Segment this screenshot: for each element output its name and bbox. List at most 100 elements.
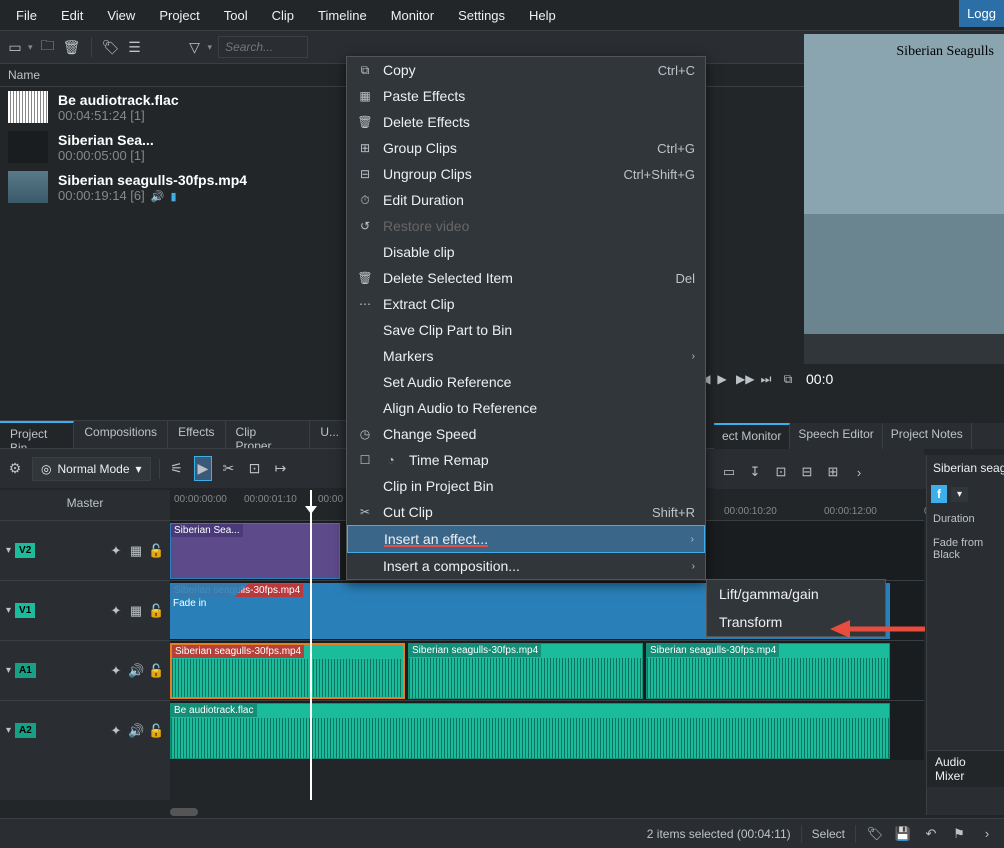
- flag-icon[interactable]: ⚑: [950, 826, 968, 842]
- folder-icon[interactable]: 🗀: [39, 38, 57, 56]
- track-header-a1[interactable]: ▾ A1 ✦ 🔊 🔓: [0, 640, 170, 700]
- menu-edit[interactable]: Edit: [49, 2, 95, 29]
- effects-icon[interactable]: ✦: [108, 603, 124, 619]
- menu-tool[interactable]: Tool: [212, 2, 260, 29]
- ctx-align-audio[interactable]: Align Audio to Reference: [347, 395, 705, 421]
- spacer-tool-icon[interactable]: ⊡: [246, 460, 264, 477]
- settings-icon[interactable]: ⚙: [6, 460, 24, 477]
- ctx-extract-clip[interactable]: ⋯Extract Clip: [347, 291, 705, 317]
- ctx-insert-effect[interactable]: Insert an effect...›: [347, 525, 705, 553]
- ctx-insert-composition[interactable]: Insert a composition...›: [347, 553, 705, 579]
- chevron-down-icon[interactable]: ▾: [951, 487, 968, 502]
- effects-icon[interactable]: ✦: [108, 663, 124, 679]
- ctx-ungroup-clips[interactable]: ⊟Ungroup ClipsCtrl+Shift+G: [347, 161, 705, 187]
- b-icon[interactable]: ⊞: [824, 464, 842, 480]
- search-input[interactable]: [218, 36, 308, 58]
- list-icon[interactable]: ☰: [126, 38, 144, 56]
- play-icon[interactable]: ▶: [714, 372, 730, 386]
- ctx-time-remap[interactable]: ☐◔Time Remap: [347, 447, 705, 473]
- ctx-paste-effects[interactable]: ▦Paste Effects: [347, 83, 705, 109]
- ctx-delete-effects[interactable]: 🗑Delete Effects: [347, 109, 705, 135]
- ctx-copy[interactable]: ⧉CopyCtrl+C: [347, 57, 705, 83]
- more-icon[interactable]: ›: [978, 826, 996, 841]
- lock-icon[interactable]: 🔓: [148, 723, 164, 739]
- lock-icon[interactable]: 🔓: [148, 543, 164, 559]
- track-a2[interactable]: Be audiotrack.flac: [170, 700, 924, 760]
- clip[interactable]: Siberian seagulls-30fps.mp4: [646, 643, 890, 699]
- menu-help[interactable]: Help: [517, 2, 568, 29]
- track-header-v1[interactable]: ▾ V1 ✦ ▦ 🔓: [0, 580, 170, 640]
- ctx-set-audio-ref[interactable]: Set Audio Reference: [347, 369, 705, 395]
- effects-icon[interactable]: ✦: [108, 723, 124, 739]
- insert-icon[interactable]: ↧: [746, 464, 764, 480]
- revert-icon[interactable]: ↶: [922, 826, 940, 842]
- menu-timeline[interactable]: Timeline: [306, 2, 379, 29]
- tab-audio-mixer[interactable]: Audio Mixer: [927, 750, 1004, 787]
- menu-view[interactable]: View: [95, 2, 147, 29]
- ctx-cut-clip[interactable]: ✂Cut ClipShift+R: [347, 499, 705, 525]
- chevron-down-icon[interactable]: ▾: [208, 42, 213, 53]
- ctx-edit-duration[interactable]: ⏱Edit Duration: [347, 187, 705, 213]
- insert-icon[interactable]: ↦: [272, 460, 290, 477]
- tab-speech-editor[interactable]: Speech Editor: [790, 423, 882, 449]
- edit-mode-dropdown[interactable]: ◎ Normal Mode ▾: [32, 457, 151, 481]
- crop-icon[interactable]: ⧉: [780, 372, 796, 387]
- tab-project-monitor[interactable]: ect Monitor: [714, 423, 790, 449]
- ctx-disable-clip[interactable]: Disable clip: [347, 239, 705, 265]
- monitor-timecode[interactable]: 00:0: [806, 371, 833, 387]
- track-a1[interactable]: Siberian seagulls-30fps.mp4 Siberian sea…: [170, 640, 924, 700]
- tab-clip-properties[interactable]: Clip Proper...: [226, 421, 311, 448]
- delete-icon[interactable]: 🗑: [63, 38, 81, 56]
- tab-project-bin[interactable]: Project Bin: [0, 421, 74, 448]
- ctx-save-clip-part[interactable]: Save Clip Part to Bin: [347, 317, 705, 343]
- chevron-down-icon[interactable]: ▾: [6, 665, 11, 676]
- more-icon[interactable]: ›: [850, 465, 868, 480]
- tab-effects[interactable]: Effects: [168, 421, 225, 448]
- wand-icon[interactable]: ⚟: [168, 460, 186, 477]
- next-keyframe-icon[interactable]: ⏭: [758, 372, 774, 387]
- track-header-v2[interactable]: ▾ V2 ✦ ▦ 🔓: [0, 520, 170, 580]
- effect-icon[interactable]: f: [931, 485, 947, 503]
- speaker-icon[interactable]: 🔊: [128, 663, 144, 679]
- zone-icon[interactable]: ▭: [720, 464, 738, 480]
- lock-icon[interactable]: 🔓: [148, 663, 164, 679]
- lock-icon[interactable]: 🔓: [148, 603, 164, 619]
- login-button[interactable]: Logg: [959, 0, 1004, 27]
- tab-undo[interactable]: U...: [310, 421, 350, 448]
- chevron-down-icon[interactable]: ▾: [6, 725, 11, 736]
- ctx-clip-in-bin[interactable]: Clip in Project Bin: [347, 473, 705, 499]
- save-icon[interactable]: 💾: [894, 826, 912, 842]
- menu-clip[interactable]: Clip: [260, 2, 306, 29]
- speaker-icon[interactable]: 🔊: [128, 723, 144, 739]
- filter-icon[interactable]: ▽: [186, 38, 204, 56]
- a-icon[interactable]: ⊟: [798, 464, 816, 480]
- film-icon[interactable]: ▦: [128, 603, 144, 619]
- clip[interactable]: Be audiotrack.flac: [170, 703, 890, 759]
- monitor-preview[interactable]: Siberian Seagulls: [804, 34, 1004, 334]
- status-tool[interactable]: Select: [812, 827, 845, 841]
- scroll-handle[interactable]: [170, 808, 198, 816]
- fade-label[interactable]: Fade from Black: [927, 531, 1004, 567]
- tab-compositions[interactable]: Compositions: [74, 421, 168, 448]
- select-tool-icon[interactable]: ▶: [194, 456, 212, 481]
- chevron-down-icon[interactable]: ▾: [6, 605, 11, 616]
- ctx-change-speed[interactable]: ◷Change Speed: [347, 421, 705, 447]
- menu-project[interactable]: Project: [147, 2, 211, 29]
- effects-icon[interactable]: ✦: [108, 543, 124, 559]
- track-header-a2[interactable]: ▾ A2 ✦ 🔊 🔓: [0, 700, 170, 760]
- tag-icon[interactable]: 🏷: [866, 826, 884, 842]
- clip[interactable]: Siberian Sea...: [170, 523, 340, 579]
- chevron-down-icon[interactable]: ▾: [28, 42, 33, 53]
- menu-settings[interactable]: Settings: [446, 2, 517, 29]
- menu-monitor[interactable]: Monitor: [379, 2, 446, 29]
- clip[interactable]: Siberian seagulls-30fps.mp4: [170, 643, 405, 699]
- ctx-group-clips[interactable]: ⊞Group ClipsCtrl+G: [347, 135, 705, 161]
- menu-file[interactable]: File: [4, 2, 49, 29]
- overwrite-icon[interactable]: ⊡: [772, 464, 790, 480]
- film-icon[interactable]: ▦: [128, 543, 144, 559]
- ctx-delete-selected[interactable]: 🗑Delete Selected ItemDel: [347, 265, 705, 291]
- cut-tool-icon[interactable]: ✂: [220, 460, 238, 477]
- chevron-down-icon[interactable]: ▾: [6, 545, 11, 556]
- add-clip-icon[interactable]: ▭: [6, 38, 24, 56]
- forward-icon[interactable]: ▶▶: [736, 372, 752, 386]
